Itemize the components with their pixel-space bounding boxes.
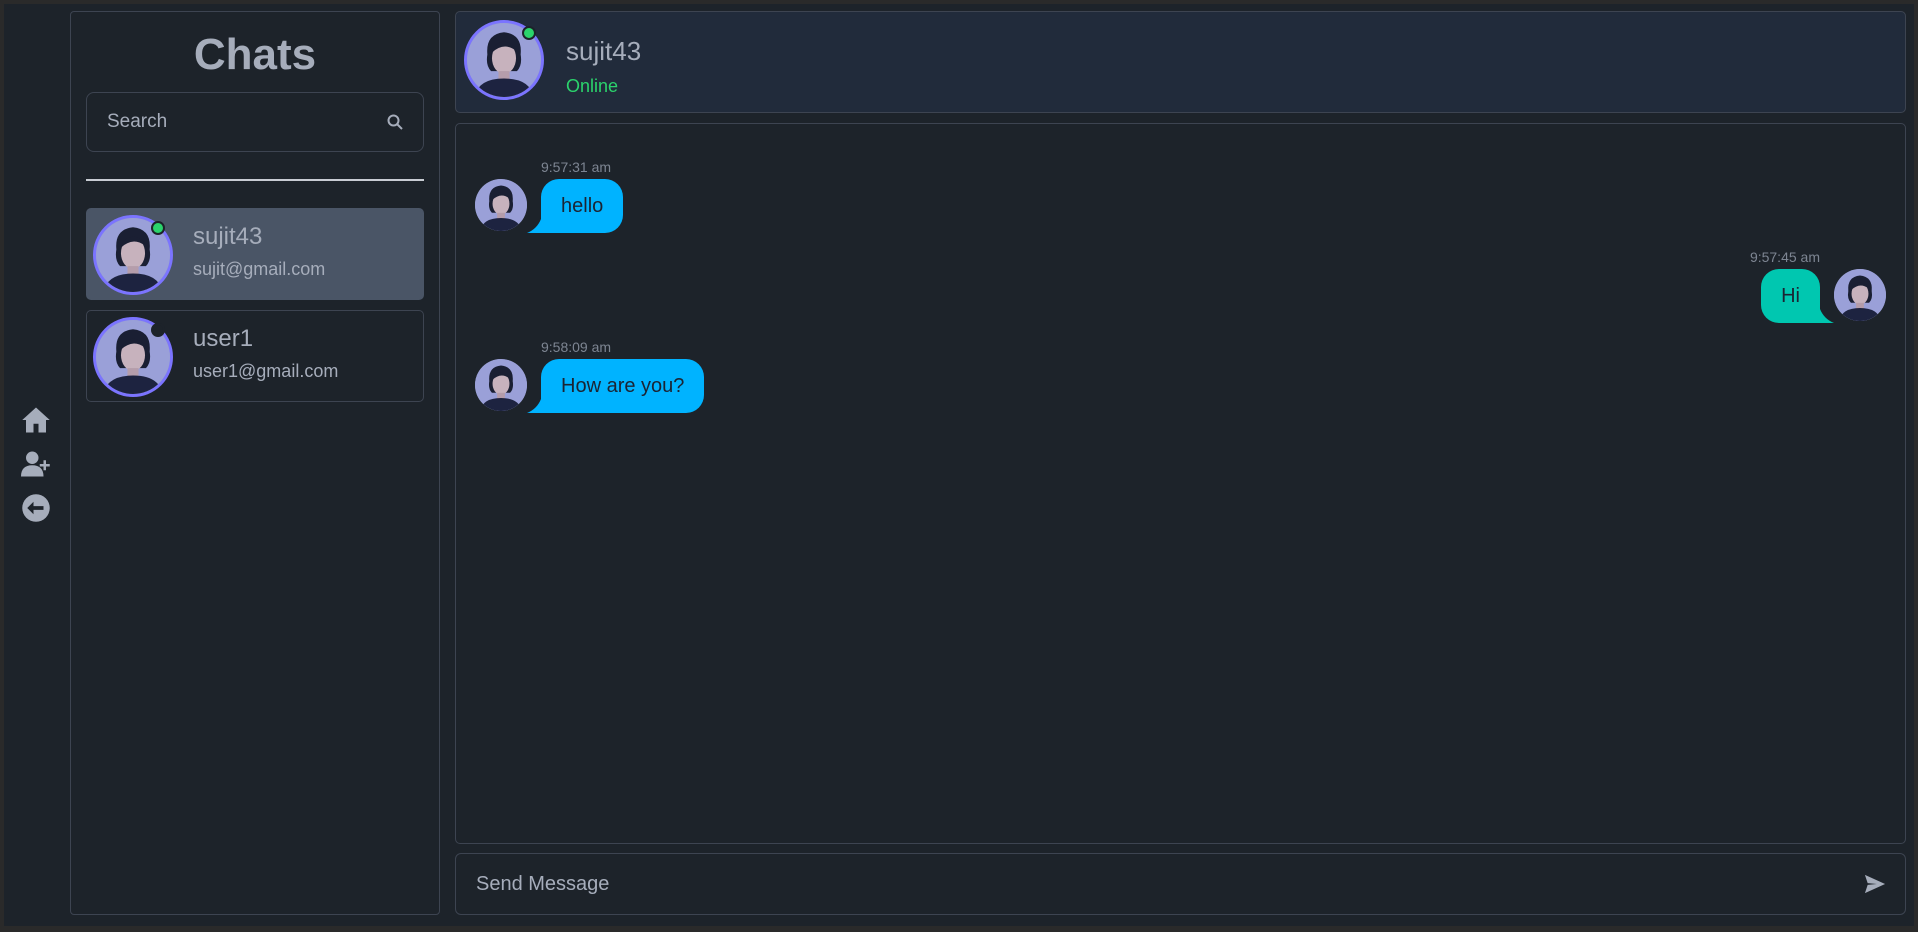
- message-input[interactable]: [456, 854, 1845, 914]
- message-list: 9:57:31 am hello 9:57:45 am Hi 9:58:09 a…: [455, 123, 1906, 844]
- chat-sidebar: Chats sujit43 sujit@gmail.com user1 user…: [70, 11, 440, 915]
- online-status-dot: [522, 26, 536, 40]
- sender-avatar: [475, 359, 527, 411]
- search-box: [86, 92, 424, 152]
- message-time: 9:57:45 am: [1749, 249, 1820, 265]
- contact-status: Online: [566, 76, 619, 96]
- add-user-icon: [21, 451, 50, 477]
- send-button[interactable]: [1845, 854, 1905, 914]
- bubble-tail: [527, 219, 541, 233]
- online-status-dot: [151, 221, 165, 235]
- bubble-tail: [527, 399, 541, 413]
- sidebar-divider: [86, 179, 424, 181]
- message-time: 9:57:31 am: [541, 159, 612, 175]
- message-bubble: hello: [541, 179, 624, 233]
- home-icon: [22, 407, 50, 433]
- chat-email: sujit@gmail.com: [193, 259, 326, 279]
- message-bubble: Hi: [1761, 269, 1820, 323]
- chat-item-user1[interactable]: user1 user1@gmail.com: [86, 310, 424, 402]
- search-input[interactable]: [87, 93, 367, 151]
- send-icon: [1864, 874, 1886, 894]
- conversation-header: sujit43 Online: [455, 11, 1906, 113]
- chat-name: user1: [193, 325, 254, 352]
- sender-avatar: [1834, 269, 1886, 321]
- nav-rail: [4, 4, 68, 926]
- message-composer: [455, 853, 1906, 915]
- contact-name: sujit43: [566, 36, 642, 66]
- logout-icon: [22, 494, 50, 522]
- chat-email: user1@gmail.com: [193, 361, 339, 381]
- offline-status-dot: [151, 323, 165, 337]
- sender-avatar: [475, 179, 527, 231]
- chat-name: sujit43: [193, 223, 263, 250]
- logout-button[interactable]: [18, 490, 54, 526]
- bubble-tail: [1820, 309, 1834, 323]
- search-icon[interactable]: [367, 93, 423, 151]
- add-user-button[interactable]: [18, 446, 54, 482]
- home-button[interactable]: [18, 402, 54, 438]
- message-time: 9:58:09 am: [541, 339, 612, 355]
- message-bubble: How are you?: [541, 359, 705, 413]
- chat-app: Chats sujit43 sujit@gmail.com user1 user…: [4, 4, 1914, 926]
- chat-item-sujit43[interactable]: sujit43 sujit@gmail.com: [86, 208, 424, 300]
- sidebar-title: Chats: [193, 30, 317, 79]
